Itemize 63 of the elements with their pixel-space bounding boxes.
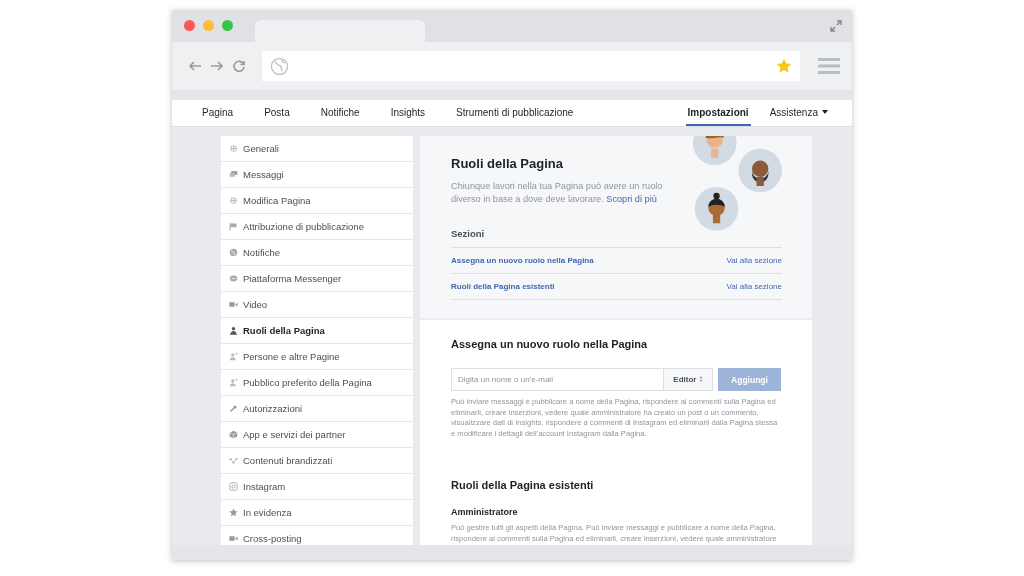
close-icon[interactable] xyxy=(184,20,195,31)
menu-icon[interactable] xyxy=(818,57,840,75)
reload-icon[interactable] xyxy=(232,59,246,73)
section-title: Ruoli della Pagina xyxy=(451,156,564,171)
nav-tab[interactable]: Notifiche xyxy=(318,100,362,126)
expand-icon[interactable] xyxy=(830,20,842,32)
sort-icon xyxy=(698,376,703,382)
wrench-icon xyxy=(229,404,238,413)
nav-tab[interactable]: Insights xyxy=(388,100,428,126)
address-bar[interactable] xyxy=(262,51,800,81)
section-link[interactable]: Assegna un nuovo ruolo nella Pagina xyxy=(451,256,594,265)
person-plus-icon xyxy=(229,378,238,387)
role-dropdown[interactable]: Editor xyxy=(663,368,713,391)
sidebar-item[interactable]: In evidenza xyxy=(221,500,413,526)
sidebar-item[interactable]: Pubblico preferito della Pagina xyxy=(221,370,413,396)
gear-icon xyxy=(229,144,238,153)
sidebar-item[interactable]: Autorizzazioni xyxy=(221,396,413,422)
video-icon xyxy=(229,300,238,309)
section-title: Ruoli della Pagina esistenti xyxy=(451,479,595,491)
sidebar-item[interactable]: Messaggi xyxy=(221,162,413,188)
video-icon xyxy=(229,534,238,543)
globe-icon xyxy=(229,248,238,257)
person-plus-icon xyxy=(229,352,238,361)
sidebar-item[interactable]: App e servizi dei partner xyxy=(221,422,413,448)
name-input-field[interactable]: Digita un nome o un'e-mail xyxy=(451,368,663,391)
minimize-icon[interactable] xyxy=(203,20,214,31)
sidebar-item[interactable]: Video xyxy=(221,292,413,318)
globe-icon xyxy=(270,56,289,76)
bubble-icon xyxy=(229,274,238,283)
star-icon xyxy=(229,508,238,517)
share-icon xyxy=(229,456,238,465)
description-text: Chiunque lavori nella tua Pagina può avere un ruolo diverso in base a dove deve lavorare. Scopri di più xyxy=(451,180,664,206)
flag-icon xyxy=(229,222,238,231)
forward-icon[interactable] xyxy=(210,59,224,73)
zoom-icon[interactable] xyxy=(222,20,233,31)
camera-icon xyxy=(229,482,238,491)
sidebar-item[interactable]: Ruoli della Pagina xyxy=(221,318,413,344)
back-icon[interactable] xyxy=(188,59,202,73)
section-title: Assegna un nuovo ruolo nella Pagina xyxy=(451,338,649,350)
sidebar-item[interactable]: Notifiche xyxy=(221,240,413,266)
role-title: Amministratore xyxy=(451,507,519,517)
sidebar-item[interactable]: Persone e altre Pagine xyxy=(221,344,413,370)
person-icon xyxy=(229,326,238,335)
go-to-section-link[interactable]: Vai alla sezione xyxy=(726,256,782,265)
gear-icon xyxy=(229,196,238,205)
go-to-section-link[interactable]: Vai alla sezione xyxy=(726,282,782,291)
nav-tab[interactable]: Assistenza xyxy=(767,100,830,126)
learn-more-link[interactable]: Scopri di più xyxy=(606,194,657,204)
sidebar-item[interactable]: Attribuzione di pubblicazione xyxy=(221,214,413,240)
sidebar-item[interactable]: Modifica Pagina xyxy=(221,188,413,214)
box-icon xyxy=(229,430,238,439)
chat-icon xyxy=(229,170,238,179)
nav-tab[interactable]: Strumenti di pubblicazione xyxy=(454,100,576,126)
nav-tab[interactable]: Impostazioni xyxy=(685,100,751,126)
sidebar-item[interactable]: Generali xyxy=(221,136,413,162)
sections-heading: Sezioni xyxy=(451,228,782,248)
sidebar-item[interactable]: Piattaforma Messenger xyxy=(221,266,413,292)
sidebar-item[interactable]: Contenuti brandizzati xyxy=(221,448,413,474)
star-icon[interactable] xyxy=(776,58,792,74)
section-link[interactable]: Ruoli della Pagina esistenti xyxy=(451,282,555,291)
nav-tab[interactable]: Pagina xyxy=(200,100,236,126)
sidebar-item[interactable]: Instagram xyxy=(221,474,413,500)
nav-tab[interactable]: Posta xyxy=(262,100,292,126)
